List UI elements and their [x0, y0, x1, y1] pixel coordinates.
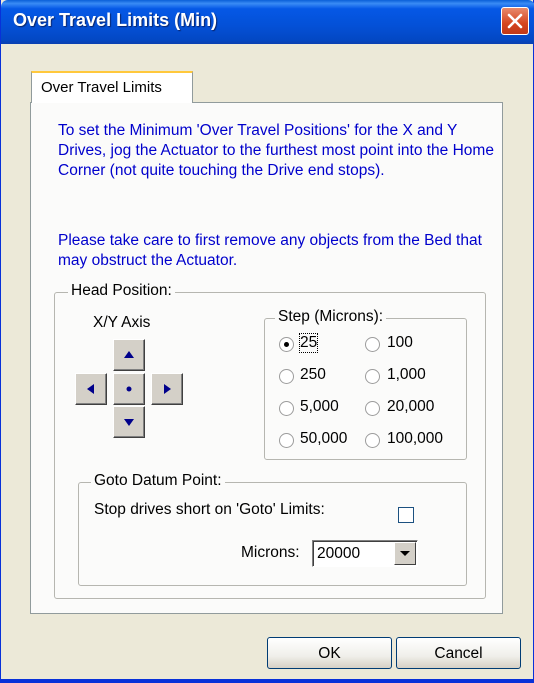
jog-home-button[interactable]: [113, 373, 145, 405]
step-option-label: 50,000: [300, 430, 348, 447]
microns-label: Microns:: [241, 544, 300, 561]
step-option-label: 1,000: [387, 366, 426, 383]
step-radio-250[interactable]: [279, 369, 294, 384]
cancel-button[interactable]: Cancel: [396, 637, 521, 669]
goto-datum-label: Goto Datum Point:: [91, 472, 225, 490]
step-radio-50000[interactable]: [279, 433, 294, 448]
step-option-label: 100: [387, 334, 413, 351]
step-label: Step (Microns):: [275, 308, 387, 326]
window-title: Over Travel Limits (Min): [13, 10, 218, 30]
step-option-label: 5,000: [300, 398, 339, 415]
stop-drives-checkbox[interactable]: [398, 507, 414, 523]
step-radio-100[interactable]: [365, 337, 380, 352]
close-button[interactable]: [501, 7, 529, 35]
xy-axis-label: X/Y Axis: [93, 314, 151, 331]
jog-up-button[interactable]: [113, 339, 145, 371]
microns-value: 20000: [317, 545, 361, 562]
step-radio-100000[interactable]: [365, 433, 380, 448]
step-option-label: 100,000: [387, 430, 444, 447]
step-radio-1000[interactable]: [365, 369, 380, 384]
dialog-window: Over Travel Limits (Min) Over Travel Lim…: [0, 0, 534, 683]
stop-drives-label: Stop drives short on 'Goto' Limits:: [94, 501, 325, 518]
warning-text: Please take care to first remove any obj…: [58, 232, 482, 269]
goto-datum-group: [78, 482, 467, 586]
dot-icon: [126, 386, 132, 392]
step-option-label: 25: [298, 333, 319, 353]
jog-left-button[interactable]: [75, 373, 107, 405]
jog-down-button[interactable]: [113, 406, 145, 438]
ok-button[interactable]: OK: [267, 637, 392, 669]
arrow-up-icon: [124, 351, 134, 358]
microns-select[interactable]: 20000: [312, 540, 418, 567]
head-position-label: Head Position:: [68, 282, 175, 300]
arrow-right-icon: [164, 384, 171, 394]
title-bar[interactable]: Over Travel Limits (Min): [1, 0, 534, 44]
step-radio-20000[interactable]: [365, 401, 380, 416]
tab-over-travel-limits[interactable]: Over Travel Limits: [31, 71, 193, 103]
step-option-label: 20,000: [387, 398, 435, 415]
step-radio-5000[interactable]: [279, 401, 294, 416]
tab-label: Over Travel Limits: [41, 79, 162, 96]
arrow-left-icon: [87, 384, 94, 394]
arrow-down-icon: [124, 419, 134, 426]
jog-right-button[interactable]: [151, 373, 183, 405]
close-icon: [507, 13, 523, 29]
step-radio-25[interactable]: [279, 337, 294, 352]
chevron-down-icon: [400, 551, 410, 556]
step-option-label: 250: [300, 366, 326, 383]
instruction-text: To set the Minimum 'Over Travel Position…: [58, 122, 494, 179]
microns-dropdown-button[interactable]: [394, 542, 416, 565]
